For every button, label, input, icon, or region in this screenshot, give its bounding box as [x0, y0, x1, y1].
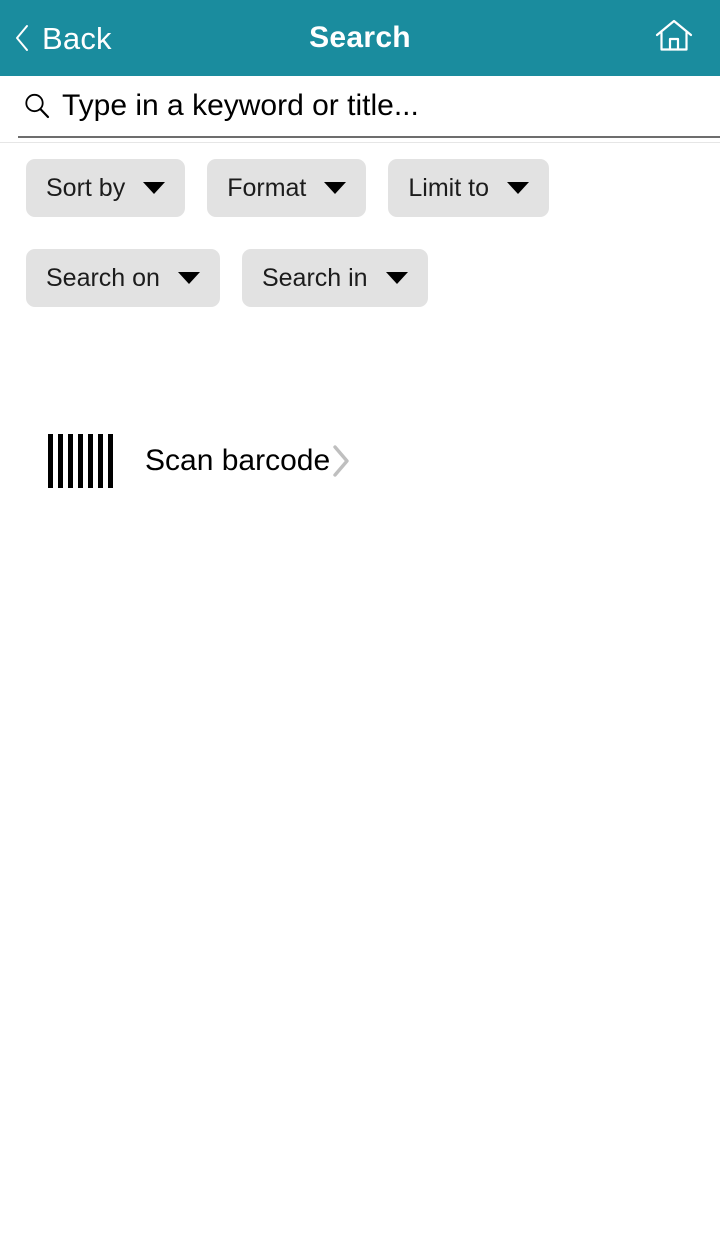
filter-chip-limit-to[interactable]: Limit to: [388, 159, 549, 217]
filter-chips: Sort by Format Limit to Search on Search…: [0, 143, 720, 307]
chevron-right-icon: [330, 443, 352, 479]
chevron-down-icon: [324, 182, 347, 194]
home-button[interactable]: [650, 16, 698, 60]
chevron-left-icon: [14, 24, 30, 52]
search-field-row: [18, 76, 720, 138]
filter-chip-label: Limit to: [408, 173, 489, 202]
search-input[interactable]: [62, 84, 720, 128]
scan-barcode-label: Scan barcode: [145, 444, 331, 477]
search-area: [0, 76, 720, 142]
home-icon: [653, 16, 695, 61]
chevron-down-icon: [385, 272, 408, 284]
filter-chip-label: Sort by: [46, 173, 126, 202]
filter-chip-row-1: Sort by Format Limit to: [26, 159, 720, 217]
chevron-down-icon: [177, 272, 200, 284]
filter-chip-row-2: Search on Search in: [26, 249, 720, 307]
search-screen: Back Search Type in a keyword or title..…: [0, 0, 720, 1245]
filter-chip-format[interactable]: Format: [207, 159, 367, 217]
filter-chip-search-in[interactable]: Search in: [241, 249, 428, 307]
empty-content-area: [0, 504, 720, 1245]
filter-chip-label: Format: [227, 173, 307, 202]
search-icon: [18, 91, 52, 121]
back-button[interactable]: Back: [0, 0, 112, 76]
filter-chip-search-on[interactable]: Search on: [26, 249, 220, 307]
filter-chip-sort-by[interactable]: Sort by: [26, 159, 186, 217]
back-label: Back: [42, 20, 112, 56]
filter-chip-label: Search in: [261, 263, 368, 292]
scan-barcode-row[interactable]: Scan barcode: [0, 418, 720, 504]
filter-chip-label: Search on: [46, 263, 160, 292]
app-header: Back Search: [0, 0, 720, 76]
chevron-down-icon: [143, 182, 166, 194]
barcode-icon: [48, 434, 113, 488]
chevron-down-icon: [506, 182, 529, 194]
